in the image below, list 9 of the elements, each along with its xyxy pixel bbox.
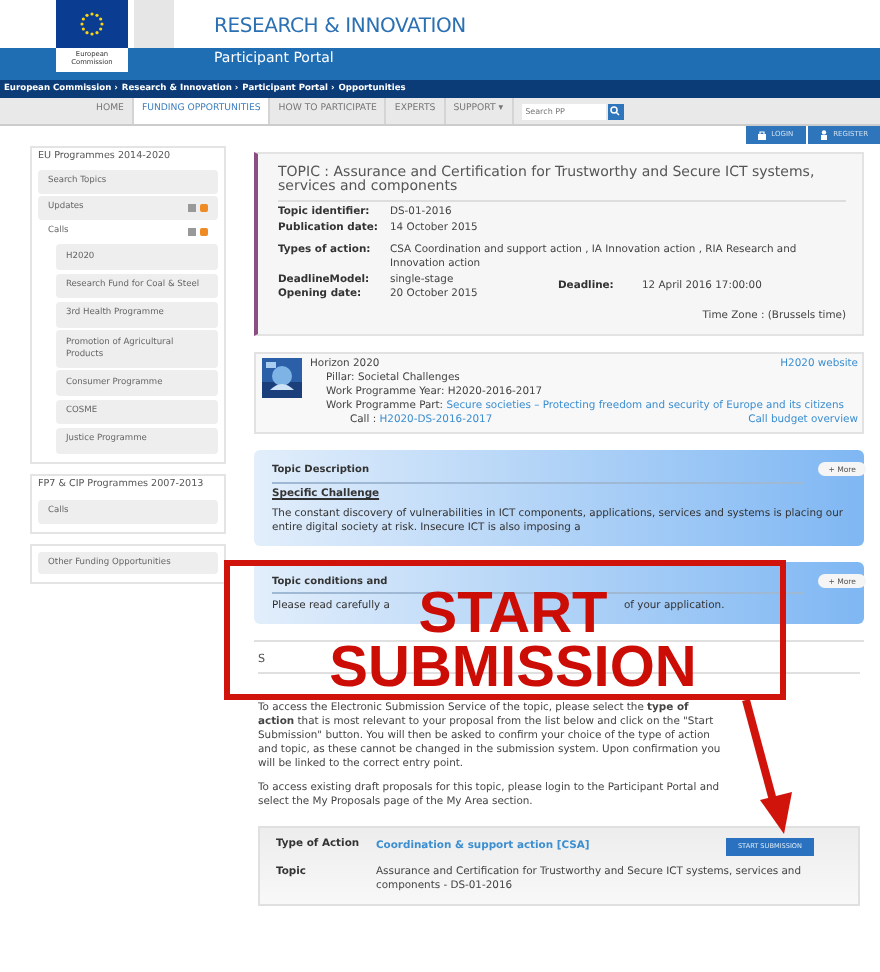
person-icon xyxy=(819,130,828,140)
annotation-text: SUBMISSION xyxy=(329,642,697,696)
search-button[interactable] xyxy=(607,103,624,119)
site-title: RESEARCH & INNOVATION xyxy=(214,14,466,42)
annotation-text: START xyxy=(418,588,608,642)
search-icon xyxy=(610,106,621,116)
star-circle-icon xyxy=(78,10,106,38)
header-stripe xyxy=(134,0,174,48)
lock-icon xyxy=(757,130,766,140)
